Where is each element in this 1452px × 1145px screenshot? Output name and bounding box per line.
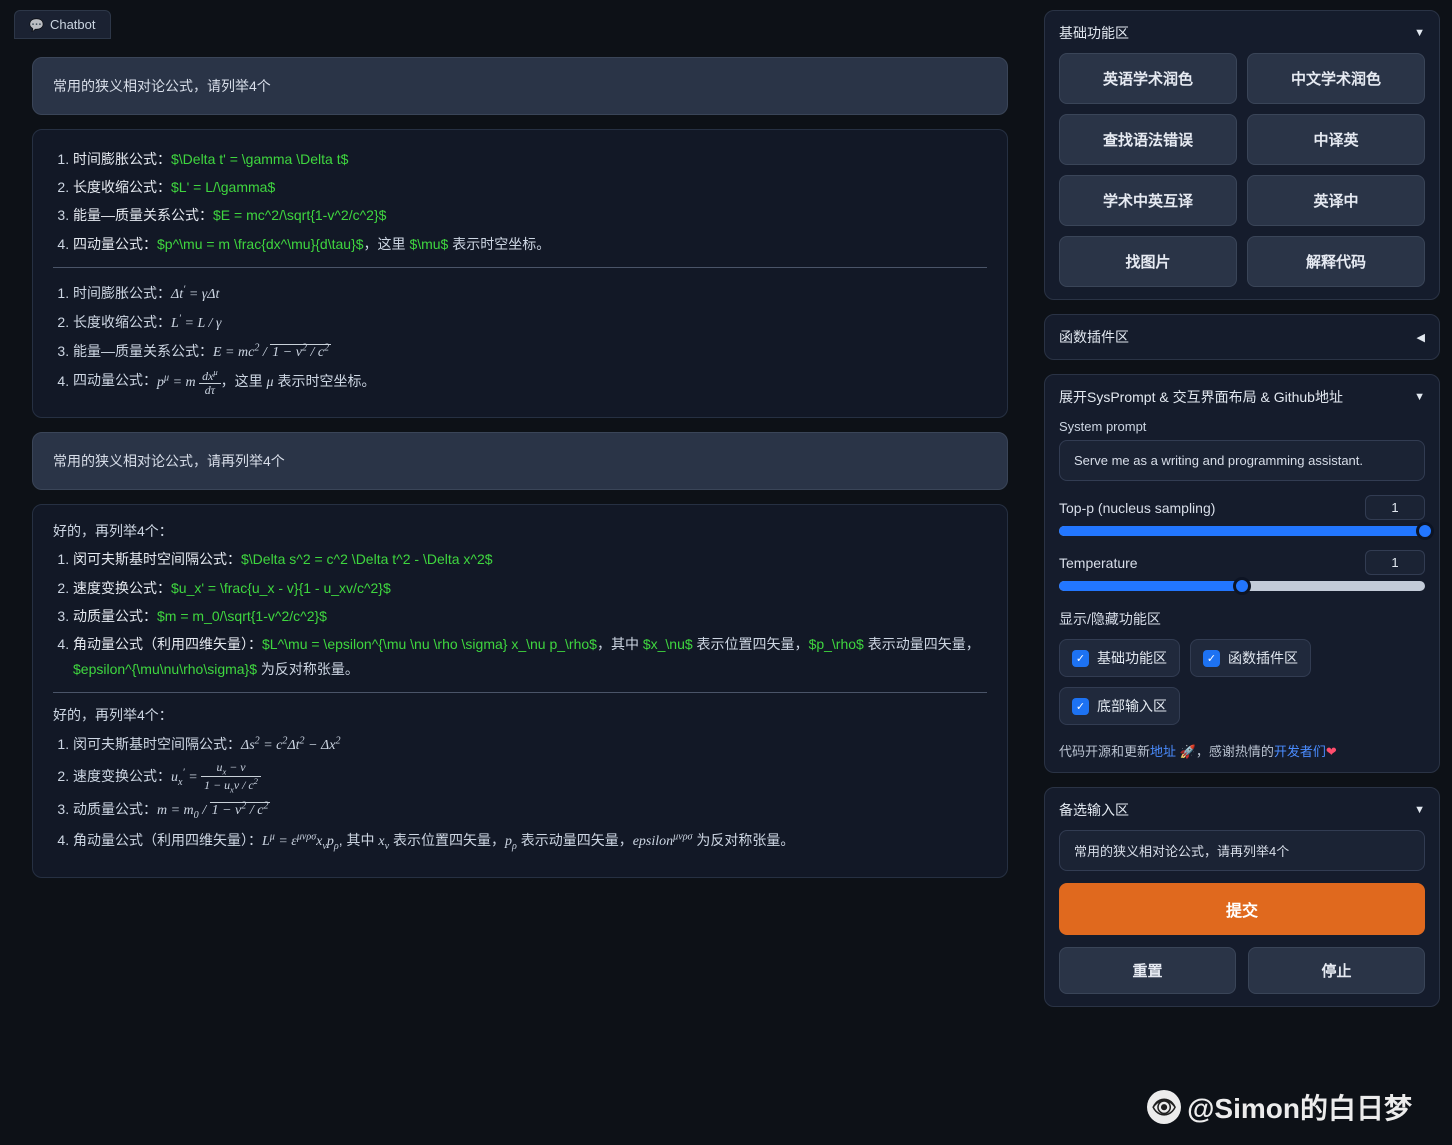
formula-list-raw: 闵可夫斯基时空间隔公式：$\Delta s^2 = c^2 \Delta t^2… [73, 547, 987, 682]
action-button-5[interactable]: 英译中 [1247, 175, 1425, 226]
action-button-4[interactable]: 学术中英互译 [1059, 175, 1237, 226]
panel-header-submit[interactable]: 备选输入区 ▼ [1059, 800, 1425, 820]
tab-chatbot[interactable]: 💬 Chatbot [14, 10, 111, 39]
panel-basics: 基础功能区 ▼ 英语学术润色中文学术润色查找语法错误中译英学术中英互译英译中找图… [1044, 10, 1440, 300]
formula-list-rendered: 好的，再列举4个： 闵可夫斯基时空间隔公式：Δs2 = c2Δt2 − Δx2 … [53, 692, 987, 856]
temperature-label: Temperature [1059, 555, 1138, 571]
panel-header-basics[interactable]: 基础功能区 ▼ [1059, 23, 1425, 43]
reset-button[interactable]: 重置 [1059, 947, 1236, 994]
bot-message: 好的，再列举4个： 闵可夫斯基时空间隔公式：$\Delta s^2 = c^2 … [32, 504, 1008, 878]
rocket-icon: 🚀 [1180, 744, 1196, 759]
system-prompt-input[interactable] [1059, 440, 1425, 481]
chevron-down-icon: ▼ [1414, 804, 1425, 816]
user-message: 常用的狭义相对论公式，请列举4个 [32, 57, 1008, 115]
contributors-link[interactable]: 开发者们 [1274, 744, 1326, 759]
action-button-7[interactable]: 解释代码 [1247, 236, 1425, 287]
system-prompt-label: System prompt [1059, 419, 1425, 434]
chat-scroll[interactable]: 常用的狭义相对论公式，请列举4个 时间膨胀公式：$\Delta t' = \ga… [14, 47, 1030, 1135]
action-button-3[interactable]: 中译英 [1247, 114, 1425, 165]
temperature-slider[interactable] [1059, 581, 1425, 591]
panel-header-advanced[interactable]: 展开SysPrompt & 交互界面布局 & Github地址 ▼ [1059, 387, 1425, 407]
action-button-6[interactable]: 找图片 [1059, 236, 1237, 287]
action-button-1[interactable]: 中文学术润色 [1247, 53, 1425, 104]
chevron-down-icon: ▼ [1414, 391, 1425, 403]
topp-value[interactable]: 1 [1365, 495, 1425, 520]
checkbox-icon: ✓ [1072, 650, 1089, 667]
user-message: 常用的狭义相对论公式，请再列举4个 [32, 432, 1008, 490]
chevron-down-icon: ▼ [1414, 27, 1425, 39]
prompt-input[interactable] [1059, 830, 1425, 871]
bot-message: 时间膨胀公式：$\Delta t' = \gamma \Delta t$ 长度收… [32, 129, 1008, 418]
toggle-group-title: 显示/隐藏功能区 [1059, 609, 1425, 629]
topp-label: Top-p (nucleus sampling) [1059, 500, 1215, 516]
heart-icon: ❤ [1326, 744, 1337, 759]
checkbox-icon: ✓ [1072, 698, 1089, 715]
action-button-2[interactable]: 查找语法错误 [1059, 114, 1237, 165]
toggle-chip-0[interactable]: ✓基础功能区 [1059, 639, 1180, 677]
temperature-value[interactable]: 1 [1365, 550, 1425, 575]
panel-plugins: 函数插件区 ◀ [1044, 314, 1440, 360]
tab-label: Chatbot [50, 17, 96, 32]
action-button-0[interactable]: 英语学术润色 [1059, 53, 1237, 104]
tab-bar: 💬 Chatbot [14, 10, 1030, 39]
formula-list-rendered: 时间膨胀公式：Δt′ = γΔt 长度收缩公式：L′ = L / γ 能量—质量… [53, 267, 987, 397]
sidebar: 基础功能区 ▼ 英语学术润色中文学术润色查找语法错误中译英学术中英互译英译中找图… [1044, 0, 1452, 1145]
repo-link[interactable]: 地址 [1150, 744, 1176, 759]
toggle-chip-2[interactable]: ✓底部输入区 [1059, 687, 1180, 725]
panel-submit: 备选输入区 ▼ 提交 重置 停止 [1044, 787, 1440, 1007]
chevron-left-icon: ◀ [1417, 331, 1425, 344]
topp-slider[interactable] [1059, 526, 1425, 536]
panel-header-plugins[interactable]: 函数插件区 ◀ [1059, 327, 1425, 347]
footer-note: 代码开源和更新地址 🚀，感谢热情的开发者们❤ [1059, 741, 1425, 760]
submit-button[interactable]: 提交 [1059, 883, 1425, 935]
checkbox-icon: ✓ [1203, 650, 1220, 667]
panel-advanced: 展开SysPrompt & 交互界面布局 & Github地址 ▼ System… [1044, 374, 1440, 773]
formula-list-raw: 时间膨胀公式：$\Delta t' = \gamma \Delta t$ 长度收… [73, 147, 987, 257]
chat-icon: 💬 [29, 18, 44, 32]
toggle-chip-1[interactable]: ✓函数插件区 [1190, 639, 1311, 677]
stop-button[interactable]: 停止 [1248, 947, 1425, 994]
